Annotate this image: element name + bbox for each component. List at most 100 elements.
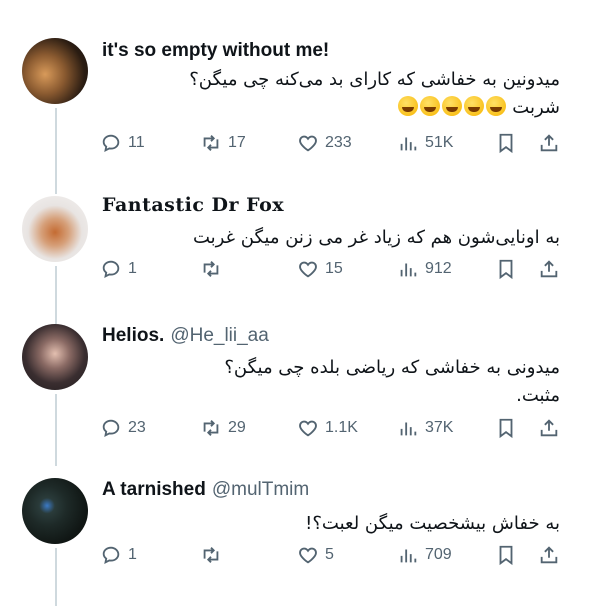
laughing-emoji-icon — [441, 96, 462, 116]
tweet-text-line-2: مثبت. — [516, 385, 560, 406]
share-button[interactable] — [538, 417, 566, 439]
share-button[interactable] — [538, 132, 566, 154]
heart-icon — [299, 547, 317, 564]
avatar[interactable] — [22, 38, 88, 104]
tweet-4[interactable]: A tarnished @mulTmim به خفاش بیشخصیت میگن… — [0, 466, 600, 606]
thread-line — [55, 108, 57, 170]
laughing-emoji-icon — [397, 96, 418, 116]
like-count: 5 — [325, 546, 334, 563]
retweet-count: 29 — [228, 419, 246, 436]
tweet-text-line: میدونین به خفاشی که کارای بد می‌کنه چی م… — [189, 69, 560, 90]
tweet-text-line: به اونایی‌شون هم که زیاد غر می زنن میگن … — [193, 227, 560, 248]
author-name[interactable]: A tarnished @mulTmim — [102, 479, 309, 501]
retweet-button[interactable]: 29 — [200, 417, 246, 439]
reply-button[interactable]: 11 — [100, 132, 145, 154]
retweet-button[interactable] — [200, 258, 228, 280]
reply-button[interactable]: 1 — [100, 258, 137, 280]
like-button[interactable]: 15 — [297, 258, 343, 280]
user-handle: @mulTmim — [211, 479, 310, 500]
bookmark-button[interactable] — [495, 417, 523, 439]
author-name[interactable]: it's so empty without me! — [102, 40, 329, 62]
views-icon — [400, 422, 417, 436]
retweet-icon — [203, 135, 219, 151]
views-count: 37K — [425, 419, 454, 436]
reply-icon — [102, 419, 120, 438]
action-bar: 11 17 233 51K — [100, 132, 570, 158]
laughing-emoji-icon — [419, 96, 440, 116]
action-bar: 1 15 912 — [100, 258, 570, 284]
laughing-emoji-icon — [485, 96, 506, 116]
bookmark-button[interactable] — [495, 544, 523, 566]
reply-icon — [102, 546, 120, 565]
retweet-button[interactable] — [200, 544, 228, 566]
like-count: 233 — [325, 134, 352, 151]
tweet-text-word: شربت — [512, 97, 560, 118]
author-name[interactable]: Fantastic Dr Fox — [102, 194, 284, 216]
display-name: Helios. — [102, 325, 165, 346]
thread-line — [55, 548, 57, 606]
laughing-emoji-icon — [463, 96, 484, 116]
tweet-text: به اونایی‌شون هم که زیاد غر می زنن میگن … — [120, 224, 560, 252]
share-icon — [540, 134, 558, 152]
share-icon — [540, 419, 558, 437]
retweet-icon — [203, 547, 219, 563]
bookmark-icon — [499, 418, 513, 439]
retweet-icon — [203, 261, 219, 277]
avatar[interactable] — [22, 196, 88, 262]
tweet-text-line-2: شربت — [120, 94, 560, 122]
avatar[interactable] — [22, 478, 88, 544]
bookmark-icon — [499, 259, 513, 280]
action-bar: 1 5 709 — [100, 544, 570, 570]
share-icon — [540, 546, 558, 564]
retweet-count: 17 — [228, 134, 246, 151]
thread-line — [55, 170, 57, 194]
heart-icon — [299, 420, 317, 437]
thread-line — [55, 266, 57, 320]
tweet-3[interactable]: Helios. @He_lii_aa میدونی به خفاشی که ریا… — [0, 320, 600, 466]
tweet-text: میدونی به خفاشی که ریاضی بلده چی میگن؟ م… — [120, 354, 560, 410]
tweet-text: به خفاش بیشخصیت میگن لعبت؟! — [120, 510, 560, 538]
avatar[interactable] — [22, 324, 88, 390]
reply-count: 1 — [128, 546, 137, 563]
action-bar: 23 29 1.1K 37K — [100, 417, 570, 443]
emoji-group — [397, 96, 507, 118]
views-count: 912 — [425, 260, 452, 277]
bookmark-button[interactable] — [495, 132, 523, 154]
views-icon — [400, 549, 417, 563]
user-handle: @He_lii_aa — [170, 325, 269, 346]
views-button[interactable]: 51K — [397, 132, 453, 154]
share-icon — [540, 260, 558, 278]
tweet-1[interactable]: it's so empty without me! میدونین به خفا… — [0, 0, 600, 170]
tweet-2[interactable]: Fantastic Dr Fox به اونایی‌شون هم که زیا… — [0, 170, 600, 320]
views-button[interactable]: 709 — [397, 544, 452, 566]
bookmark-icon — [499, 545, 513, 566]
like-button[interactable]: 1.1K — [297, 417, 358, 439]
like-button[interactable]: 233 — [297, 132, 352, 154]
views-count: 51K — [425, 134, 454, 151]
reply-count: 1 — [128, 260, 137, 277]
like-button[interactable]: 5 — [297, 544, 334, 566]
views-button[interactable]: 912 — [397, 258, 452, 280]
author-name[interactable]: Helios. @He_lii_aa — [102, 325, 269, 347]
heart-icon — [299, 261, 317, 278]
heart-icon — [299, 135, 317, 152]
bookmark-icon — [499, 133, 513, 154]
like-count: 1.1K — [325, 419, 358, 436]
share-button[interactable] — [538, 544, 566, 566]
reply-button[interactable]: 23 — [100, 417, 146, 439]
views-count: 709 — [425, 546, 452, 563]
reply-button[interactable]: 1 — [100, 544, 137, 566]
tweet-text: میدونین به خفاشی که کارای بد می‌کنه چی م… — [120, 66, 560, 122]
bookmark-button[interactable] — [495, 258, 523, 280]
views-icon — [400, 263, 417, 277]
reply-count: 23 — [128, 419, 146, 436]
like-count: 15 — [325, 260, 343, 277]
reply-icon — [102, 134, 120, 153]
reply-icon — [102, 260, 120, 279]
views-button[interactable]: 37K — [397, 417, 453, 439]
display-name: A tarnished — [102, 479, 206, 500]
views-icon — [400, 137, 417, 151]
share-button[interactable] — [538, 258, 566, 280]
retweet-button[interactable]: 17 — [200, 132, 246, 154]
reply-count: 11 — [128, 134, 145, 151]
